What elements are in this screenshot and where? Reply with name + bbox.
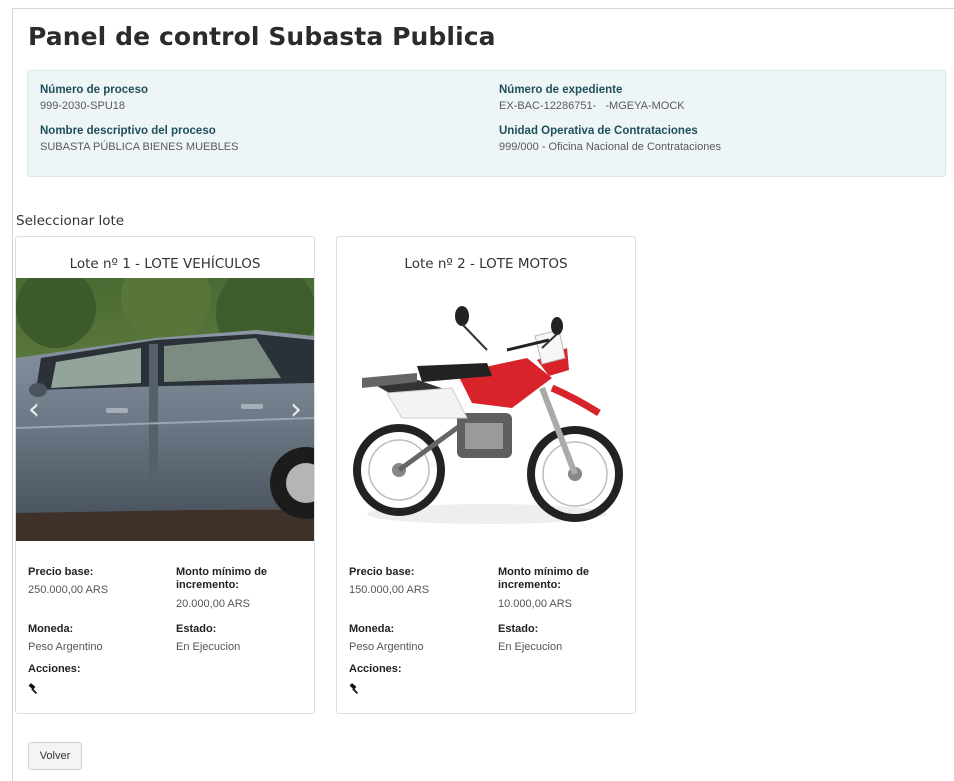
base-price-label: Precio base: bbox=[28, 566, 94, 578]
min-increment-field: Monto mínimo de incremento: 10.000,00 AR… bbox=[498, 566, 623, 610]
lot-title: Lote nº 1 - LOTE VEHÍCULOS bbox=[69, 256, 261, 272]
process-number-field: Número de proceso 999-2030-SPU18 bbox=[40, 84, 148, 112]
process-name-label: Nombre descriptivo del proceso bbox=[40, 125, 216, 137]
select-lot-title: Seleccionar lote bbox=[16, 213, 125, 229]
process-info-panel: Número de proceso 999-2030-SPU18 Número … bbox=[27, 70, 946, 177]
lot-card-2[interactable]: Lote nº 2 - LOTE MOTOS Precio base: 150.… bbox=[336, 236, 636, 714]
lot-image-car: ‹ › bbox=[16, 278, 314, 541]
status-field: Estado: En Ejecucion bbox=[498, 623, 562, 653]
operating-unit-label: Unidad Operativa de Contrataciones bbox=[499, 125, 698, 137]
status-value: En Ejecucion bbox=[498, 641, 563, 653]
status-value: En Ejecucion bbox=[176, 641, 241, 653]
process-number-label: Número de proceso bbox=[40, 84, 148, 96]
back-button[interactable]: Volver bbox=[28, 742, 82, 770]
min-increment-label: Monto mínimo de incremento: bbox=[498, 566, 590, 591]
lot-card-1[interactable]: Lote nº 1 - LOTE VEHÍCULOS ‹ › Precio ba… bbox=[15, 236, 315, 714]
gavel-icon[interactable] bbox=[349, 682, 361, 700]
actions-label: Acciones: bbox=[349, 663, 402, 675]
currency-field: Moneda: Peso Argentino bbox=[349, 623, 424, 653]
base-price-field: Precio base: 150.000,00 ARS bbox=[349, 566, 429, 596]
carousel-next-icon[interactable]: › bbox=[284, 395, 308, 425]
base-price-label: Precio base: bbox=[349, 566, 415, 578]
currency-label: Moneda: bbox=[28, 623, 74, 635]
file-number-value: EX-BAC-12286751- -MGEYA-MOCK bbox=[499, 100, 685, 112]
base-price-field: Precio base: 250.000,00 ARS bbox=[28, 566, 108, 596]
gavel-icon[interactable] bbox=[28, 682, 40, 700]
base-price-value: 150.000,00 ARS bbox=[349, 584, 430, 596]
currency-value: Peso Argentino bbox=[349, 641, 424, 653]
base-price-value: 250.000,00 ARS bbox=[28, 584, 109, 596]
lot-image-motorcycle bbox=[337, 278, 635, 541]
min-increment-label: Monto mínimo de incremento: bbox=[176, 566, 268, 591]
currency-field: Moneda: Peso Argentino bbox=[28, 623, 103, 653]
status-label: Estado: bbox=[498, 623, 539, 635]
actions-label: Acciones: bbox=[28, 663, 81, 675]
min-increment-value: 20.000,00 ARS bbox=[176, 598, 251, 610]
min-increment-field: Monto mínimo de incremento: 20.000,00 AR… bbox=[176, 566, 301, 610]
currency-value: Peso Argentino bbox=[28, 641, 103, 653]
actions-field: Acciones: bbox=[28, 663, 81, 676]
currency-label: Moneda: bbox=[349, 623, 395, 635]
lot-title: Lote nº 2 - LOTE MOTOS bbox=[404, 256, 568, 272]
process-name-field: Nombre descriptivo del proceso SUBASTA P… bbox=[40, 125, 238, 153]
carousel-prev-icon[interactable]: ‹ bbox=[22, 395, 46, 425]
motorcycle-photo bbox=[337, 278, 635, 541]
car-photo bbox=[16, 278, 314, 541]
operating-unit-field: Unidad Operativa de Contrataciones 999/0… bbox=[499, 125, 721, 153]
actions-field: Acciones: bbox=[349, 663, 402, 676]
page-title: Panel de control Subasta Publica bbox=[28, 22, 496, 51]
file-number-field: Número de expediente EX-BAC-12286751- -M… bbox=[499, 84, 685, 112]
status-field: Estado: En Ejecucion bbox=[176, 623, 240, 653]
process-name-value: SUBASTA PÚBLICA BIENES MUEBLES bbox=[40, 141, 239, 153]
operating-unit-value: 999/000 - Oficina Nacional de Contrataci… bbox=[499, 141, 721, 153]
process-number-value: 999-2030-SPU18 bbox=[40, 100, 126, 112]
file-number-label: Número de expediente bbox=[499, 84, 623, 96]
status-label: Estado: bbox=[176, 623, 217, 635]
min-increment-value: 10.000,00 ARS bbox=[498, 598, 573, 610]
